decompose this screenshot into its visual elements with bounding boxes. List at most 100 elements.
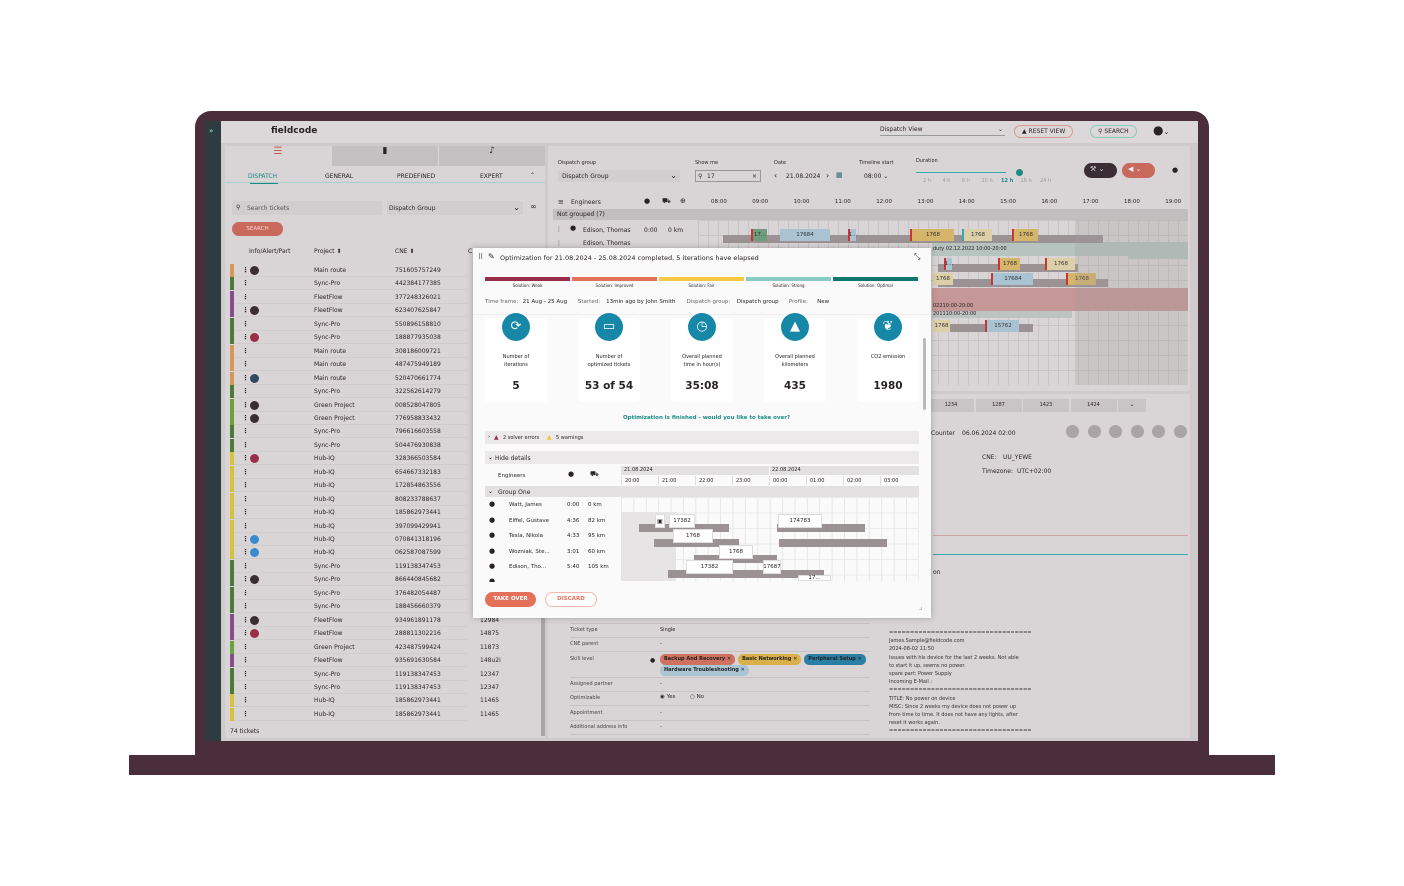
more-icon[interactable]: ⋮ xyxy=(242,656,249,664)
view-select[interactable]: Dispatch View ⌄ xyxy=(880,126,1005,136)
ticket-row[interactable]: ⋮ Sync-Pro 504476930838 xyxy=(230,438,467,452)
optimize-menu-button[interactable]: ⚒ ⌄ xyxy=(1084,163,1117,178)
ticket-tab[interactable]: 1234 xyxy=(928,399,974,412)
ticket-row[interactable]: ⋮ Sync-Pro 442384177385 xyxy=(230,277,467,291)
more-icon[interactable]: ⋮ xyxy=(242,562,249,570)
more-icon[interactable]: ⋮ xyxy=(242,629,249,637)
more-icon[interactable]: ⋮ xyxy=(242,427,249,435)
tab-notifications[interactable]: ♪ xyxy=(439,146,545,166)
col-project[interactable]: Project ⬍ xyxy=(314,248,341,255)
solver-issues-toggle[interactable]: › ▲ 2 solver errors ▲ 5 warnings xyxy=(485,431,919,444)
ticket-row[interactable]: ⋮ Main route 308186009721 xyxy=(230,344,467,358)
search-button[interactable]: ⚲ SEARCH xyxy=(1090,125,1137,138)
ticket-row[interactable]: ⋮ Green Project 776958833432 xyxy=(230,411,467,425)
hide-details-toggle[interactable]: ⌄ Hide details xyxy=(485,451,919,464)
skill-tag[interactable]: Peripheral Setup ✕ xyxy=(804,654,866,665)
job-bar[interactable]: 1768 xyxy=(910,229,954,241)
ticket-row[interactable]: ⋮ FleetFlow 377248326021 xyxy=(230,290,467,304)
ticket-row[interactable]: ⋮ Sync-Pro 119138347453 12347 xyxy=(230,680,499,694)
engineer-row[interactable]: ● Eiffel, Gustave 4:36 82 km xyxy=(485,516,619,531)
more-icon[interactable]: ⋮ xyxy=(242,441,249,449)
ticket-row[interactable]: ⋮ Hub-IQ 062587087599 xyxy=(230,546,467,560)
job-bar[interactable]: 1768 xyxy=(962,229,992,241)
ticket-row[interactable]: ⋮ Sync-Pro 866440845682 xyxy=(230,573,467,587)
copy-icon[interactable] xyxy=(1087,425,1101,438)
link-icon[interactable]: ∞ xyxy=(530,202,537,211)
ticket-row[interactable]: ⋮ Hub-IQ 185862973441 11465 xyxy=(230,707,499,721)
engineer-row[interactable]: ● Watt, James 0:00 0 km xyxy=(485,500,619,515)
ticket-row[interactable]: ⋮ Hub-IQ 172854863556 xyxy=(230,479,467,493)
more-icon[interactable]: ⋮ xyxy=(242,360,249,368)
more-icon[interactable]: ⋮ xyxy=(242,454,249,462)
job-bar[interactable]: 17684 xyxy=(991,273,1033,285)
help-icon[interactable]: ● xyxy=(1172,166,1178,174)
optimized-job[interactable]: 1768 xyxy=(673,529,713,543)
optimized-job[interactable]: 17382 xyxy=(686,560,733,574)
ticket-row[interactable]: ⋮ Sync-Pro 796616603558 xyxy=(230,425,467,439)
ticket-row[interactable]: ⋮ Hub-IQ 654667332183 xyxy=(230,465,467,479)
subtab-expert[interactable]: EXPERT xyxy=(480,173,503,180)
col-cne[interactable]: CNE ⬍ xyxy=(395,248,414,255)
ticket-row[interactable]: ⋮ Sync-Pro 322562614279 xyxy=(230,385,467,399)
job-bar[interactable]: 1... xyxy=(944,258,953,270)
more-icon[interactable]: ⋮ xyxy=(242,710,249,718)
more-icon[interactable]: ⋮ xyxy=(242,670,249,678)
ticket-row[interactable]: ⋮ Main route 520470661774 xyxy=(230,371,467,385)
more-icon[interactable]: ⋮ xyxy=(242,643,249,651)
more-icon[interactable]: ⋮ xyxy=(242,387,249,395)
take-over-button[interactable]: TAKE OVER xyxy=(485,592,536,607)
ticket-tab[interactable]: 1287 xyxy=(975,399,1022,412)
more-icon[interactable]: ⋮ xyxy=(242,616,249,624)
job-bar[interactable]: 1768 xyxy=(1012,229,1038,241)
timeline-start-select[interactable]: 08:00 ⌄ xyxy=(864,173,888,180)
job-bar[interactable]: 1768 xyxy=(933,320,950,332)
skill-tag[interactable]: Basic Networking ✕ xyxy=(738,654,802,665)
duration-option[interactable]: 24 h xyxy=(1040,178,1051,184)
collapse-icon[interactable]: ⌃ xyxy=(530,172,535,179)
ticket-row[interactable]: ⋮ Green Project 423487599424 11873 xyxy=(230,640,499,654)
more-icon[interactable]: ⋮ xyxy=(242,575,249,583)
more-icon[interactable]: ⋮ xyxy=(242,293,249,301)
announce-menu-button[interactable]: ◀ ⌄ xyxy=(1122,163,1155,178)
ticket-row[interactable]: ⋮ Main route 751605757249 xyxy=(230,264,467,277)
optimizable-yes-radio[interactable]: ◉ Yes xyxy=(660,694,675,700)
reorder-icon[interactable]: ≡ xyxy=(558,198,564,206)
ticket-row[interactable]: ⋮ Green Project 008528047805 xyxy=(230,398,467,412)
show-me-input[interactable]: ⚲ 17 × xyxy=(695,170,761,182)
col-c[interactable]: C xyxy=(468,248,472,255)
drag-handle-icon[interactable]: ⠿ xyxy=(478,253,483,261)
more-icon[interactable]: ⋮ xyxy=(242,266,249,274)
ticket-row[interactable]: ⋮ Sync-Pro 119138347453 12347 xyxy=(230,667,499,681)
ticket-row[interactable]: ⋮ FleetFlow 288811302216 14875 xyxy=(230,627,499,641)
hand-icon[interactable] xyxy=(1173,425,1187,438)
tab-list[interactable]: ☰ xyxy=(225,146,331,166)
date-field[interactable]: 21.08.2024 xyxy=(786,173,820,180)
search-tickets-button[interactable]: SEARCH xyxy=(232,222,283,236)
engineer-row[interactable]: ● Tesla, Nikola 4:33 95 km xyxy=(485,531,619,546)
more-icon[interactable]: ⋮ xyxy=(242,508,249,516)
more-icon[interactable]: ⋮ xyxy=(242,374,249,382)
ticket-row[interactable]: ⋮ Hub-IQ 328366503584 xyxy=(230,452,467,466)
expand-icon[interactable]: » xyxy=(209,127,213,135)
search-tickets-input[interactable]: ⚲ Search tickets xyxy=(232,201,382,215)
job-bar[interactable]: 1... xyxy=(848,229,857,241)
bulb-icon[interactable] xyxy=(1109,425,1122,438)
duration-option[interactable]: 16 h xyxy=(1021,178,1032,184)
discard-button[interactable]: DISCARD xyxy=(545,592,597,607)
optimized-job[interactable]: 17... xyxy=(798,575,831,581)
resize-handle[interactable]: ⌟ xyxy=(919,603,922,611)
more-tabs-chevron-icon[interactable]: ⌄ xyxy=(1118,399,1146,412)
duration-option[interactable]: 6 h xyxy=(962,178,970,184)
drag-handle-icon[interactable]: ⋮ xyxy=(556,226,562,233)
ticket-row[interactable]: ⋮ Sync-Pro 376482054487 xyxy=(230,586,467,600)
more-icon[interactable]: ⋮ xyxy=(242,279,249,287)
duration-option[interactable]: 2 h xyxy=(923,178,931,184)
ticket-row[interactable]: ⋮ Hub-IQ 070841318196 xyxy=(230,533,467,546)
not-grouped-header[interactable]: Not grouped (7) xyxy=(553,209,1188,220)
more-icon[interactable]: ⋮ xyxy=(242,495,249,503)
duration-option[interactable]: 10 h xyxy=(982,178,993,184)
ticket-row[interactable]: ⋮ Sync-Pro 550896158810 xyxy=(230,317,467,331)
more-icon[interactable]: ⋮ xyxy=(242,548,249,556)
job-bar[interactable]: 15762 xyxy=(985,320,1019,332)
job-bar[interactable]: 1768 xyxy=(998,258,1020,270)
